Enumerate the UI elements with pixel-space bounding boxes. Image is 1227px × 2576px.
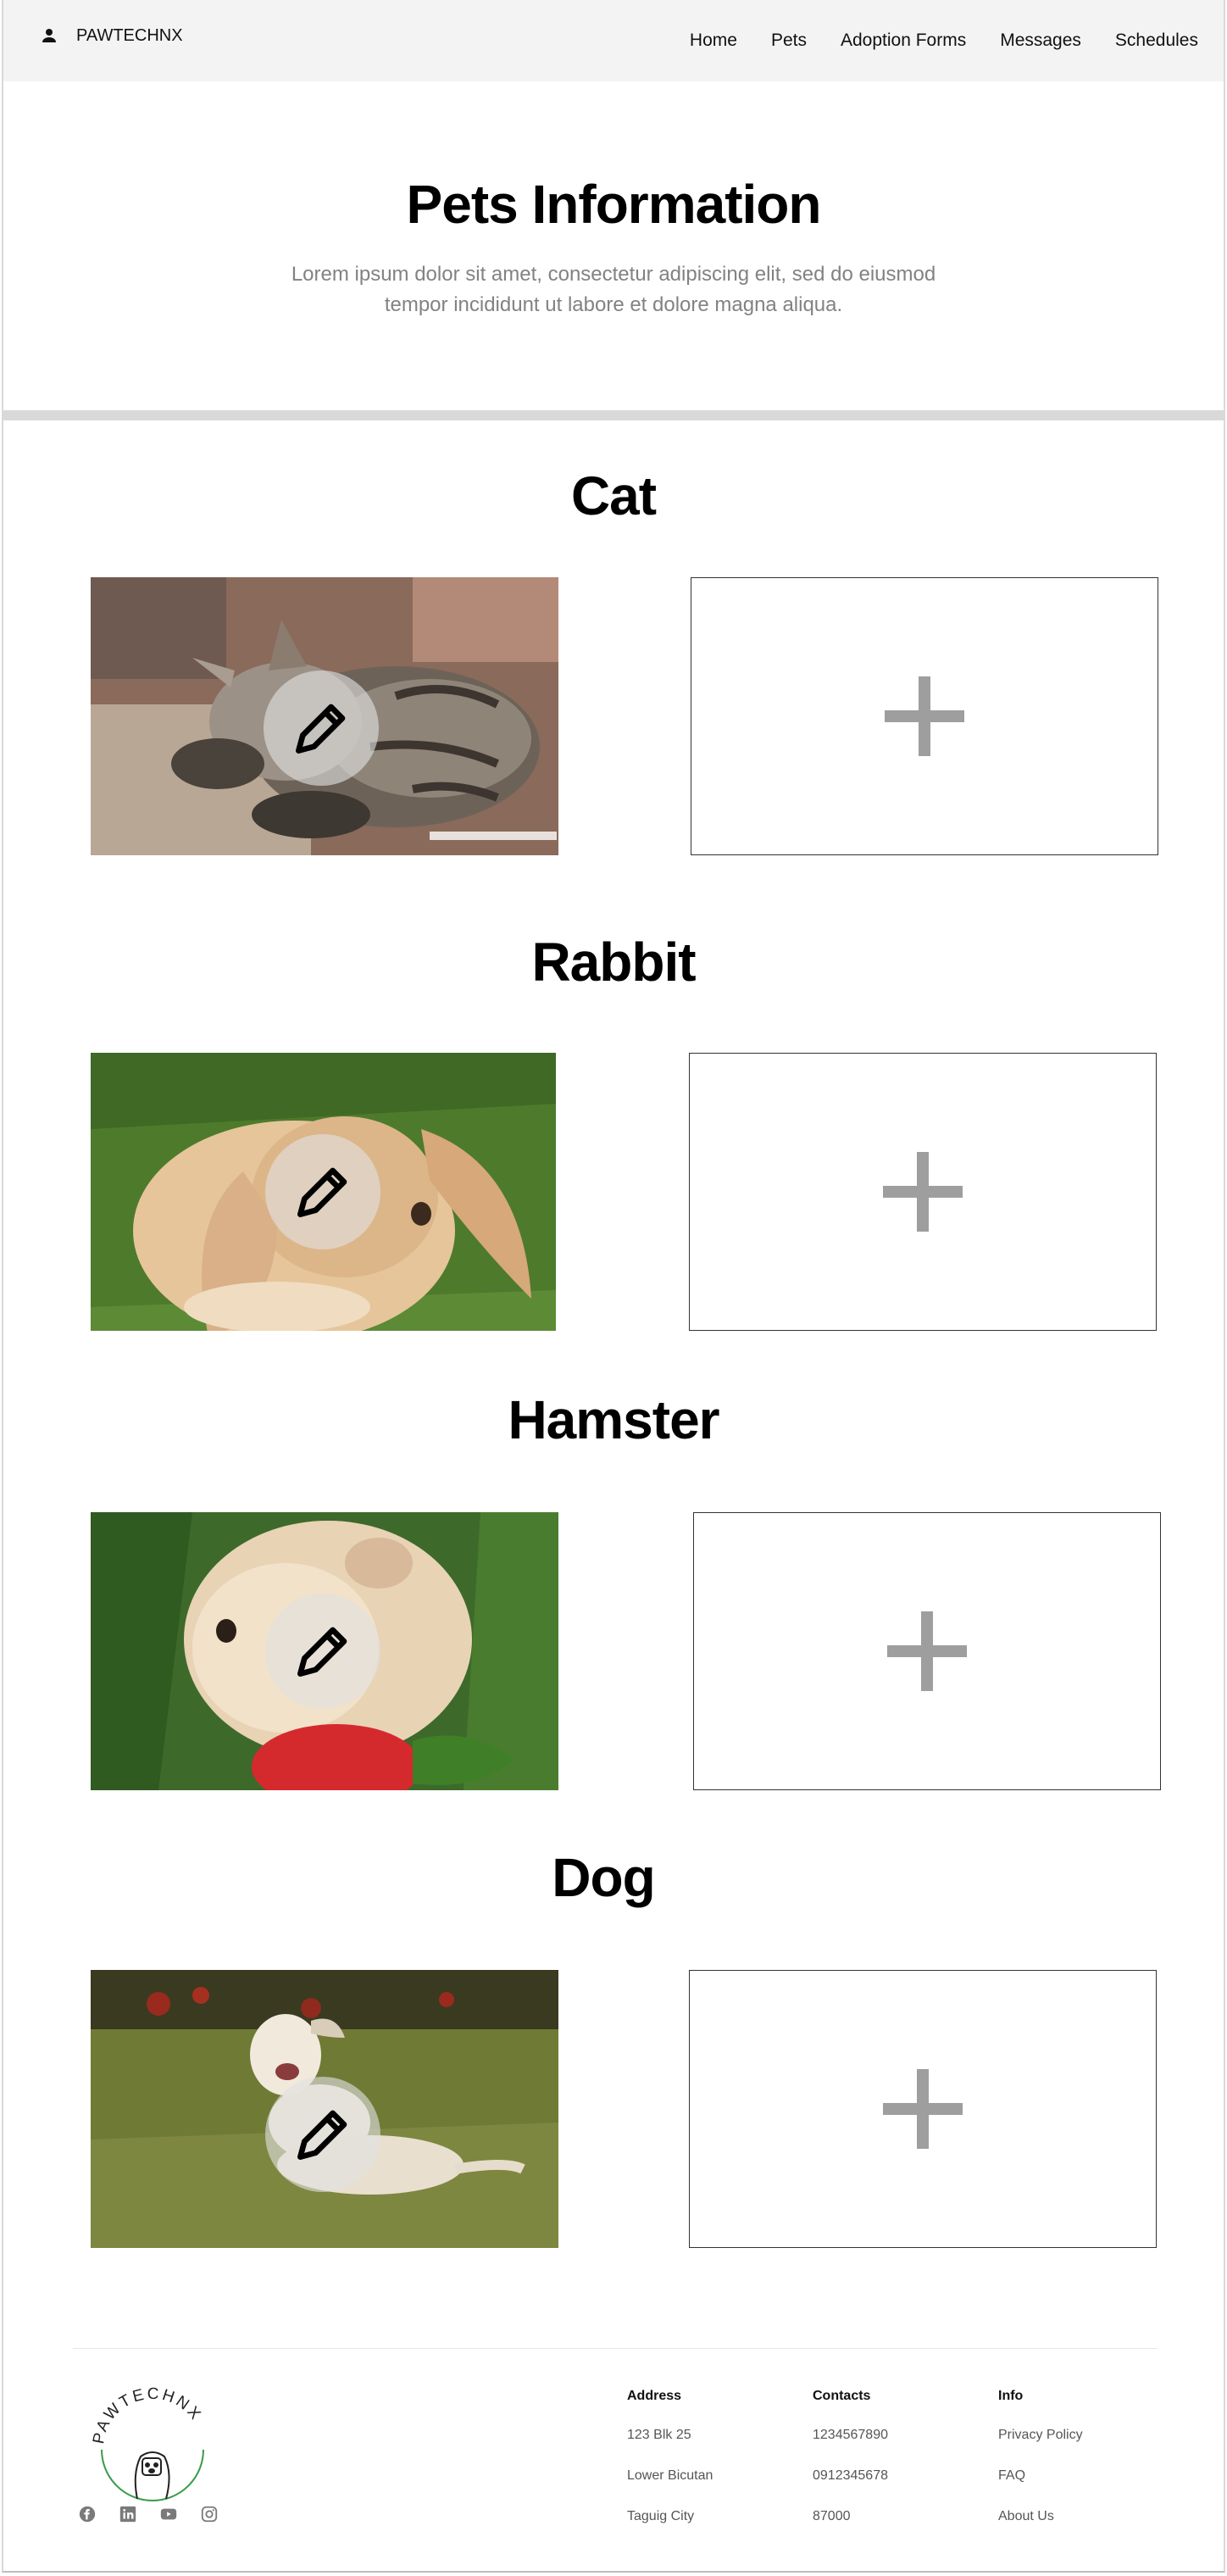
plus-icon: [883, 1152, 963, 1232]
facebook-icon[interactable]: [78, 2505, 97, 2523]
about-us-link[interactable]: About Us: [998, 2509, 1054, 2523]
nav-pets[interactable]: Pets: [771, 31, 807, 51]
plus-icon: [885, 676, 964, 756]
privacy-policy-link[interactable]: Privacy Policy: [998, 2428, 1083, 2442]
instagram-icon[interactable]: [200, 2505, 219, 2523]
pencil-icon: [296, 704, 346, 754]
edit-photo-button[interactable]: [264, 670, 379, 786]
pet-photo-cat[interactable]: [91, 577, 558, 855]
footer-contacts-column: Contacts 1234567890 0912345678 87000: [813, 2389, 888, 2550]
edit-photo-button[interactable]: [265, 1134, 380, 1249]
footer-contacts-heading: Contacts: [813, 2389, 871, 2403]
footer-info-heading: Info: [998, 2389, 1024, 2403]
pencil-icon: [297, 1627, 347, 1677]
section-divider: [3, 410, 1224, 420]
logo-wordmark: PAWTECHNX: [90, 2385, 203, 2445]
brand-name: PAWTECHNX: [76, 25, 183, 45]
footer-divider: [73, 2348, 1158, 2349]
person-icon: [42, 29, 56, 42]
brand[interactable]: PAWTECHNX: [39, 25, 183, 46]
footer-address-line: 123 Blk 25: [627, 2428, 691, 2442]
footer-address-line: Taguig City: [627, 2509, 695, 2523]
hero-section: Pets Information Lorem ipsum dolor sit a…: [3, 81, 1224, 410]
nav-adoption-forms[interactable]: Adoption Forms: [841, 31, 966, 51]
edit-photo-button[interactable]: [265, 1594, 380, 1709]
top-navbar: PAWTECHNX Home Pets Adoption Forms Messa…: [3, 0, 1224, 81]
pet-photo-dog[interactable]: [91, 1970, 558, 2248]
faq-link[interactable]: FAQ: [998, 2468, 1025, 2483]
plus-icon: [887, 1611, 967, 1691]
footer-contact-number: 0912345678: [813, 2468, 888, 2483]
add-photo-box-rabbit[interactable]: [689, 1053, 1157, 1331]
pawtechnx-logo[interactable]: PAWTECHNX: [85, 2380, 220, 2516]
page-subtitle: Lorem ipsum dolor sit amet, consectetur …: [291, 263, 936, 316]
pencil-icon: [297, 1167, 347, 1217]
footer-contact-number: 87000: [813, 2509, 851, 2523]
linkedin-icon[interactable]: [119, 2505, 137, 2523]
main-nav: Home Pets Adoption Forms Messages Schedu…: [690, 31, 1198, 51]
footer-contact-number: 1234567890: [813, 2428, 888, 2442]
nav-home[interactable]: Home: [690, 31, 737, 51]
add-photo-box-cat[interactable]: [691, 577, 1158, 855]
svg-text:PAWTECHNX: PAWTECHNX: [90, 2385, 205, 2445]
youtube-icon[interactable]: [159, 2505, 178, 2523]
add-photo-box-hamster[interactable]: [693, 1512, 1161, 1790]
nav-messages[interactable]: Messages: [1000, 31, 1081, 51]
footer-address-column: Address 123 Blk 25 Lower Bicutan Taguig …: [627, 2389, 713, 2550]
social-links: [78, 2505, 219, 2523]
pet-title-dog: Dog: [552, 1847, 655, 1908]
pet-photo-rabbit[interactable]: [91, 1053, 556, 1331]
edit-photo-button[interactable]: [265, 2077, 380, 2192]
footer-info-column: Info Privacy Policy FAQ About Us: [998, 2389, 1083, 2550]
pet-photo-hamster[interactable]: [91, 1512, 558, 1790]
plus-icon: [883, 2069, 963, 2149]
add-photo-box-dog[interactable]: [689, 1970, 1157, 2248]
footer-address-line: Lower Bicutan: [627, 2468, 713, 2483]
footer-address-heading: Address: [627, 2389, 682, 2403]
page-title: Pets Information: [406, 174, 822, 235]
pencil-icon: [297, 2110, 347, 2160]
pet-title-hamster: Hamster: [508, 1389, 719, 1450]
nav-schedules[interactable]: Schedules: [1115, 31, 1198, 51]
pet-title-rabbit: Rabbit: [531, 932, 696, 993]
pet-title-cat: Cat: [570, 465, 657, 526]
